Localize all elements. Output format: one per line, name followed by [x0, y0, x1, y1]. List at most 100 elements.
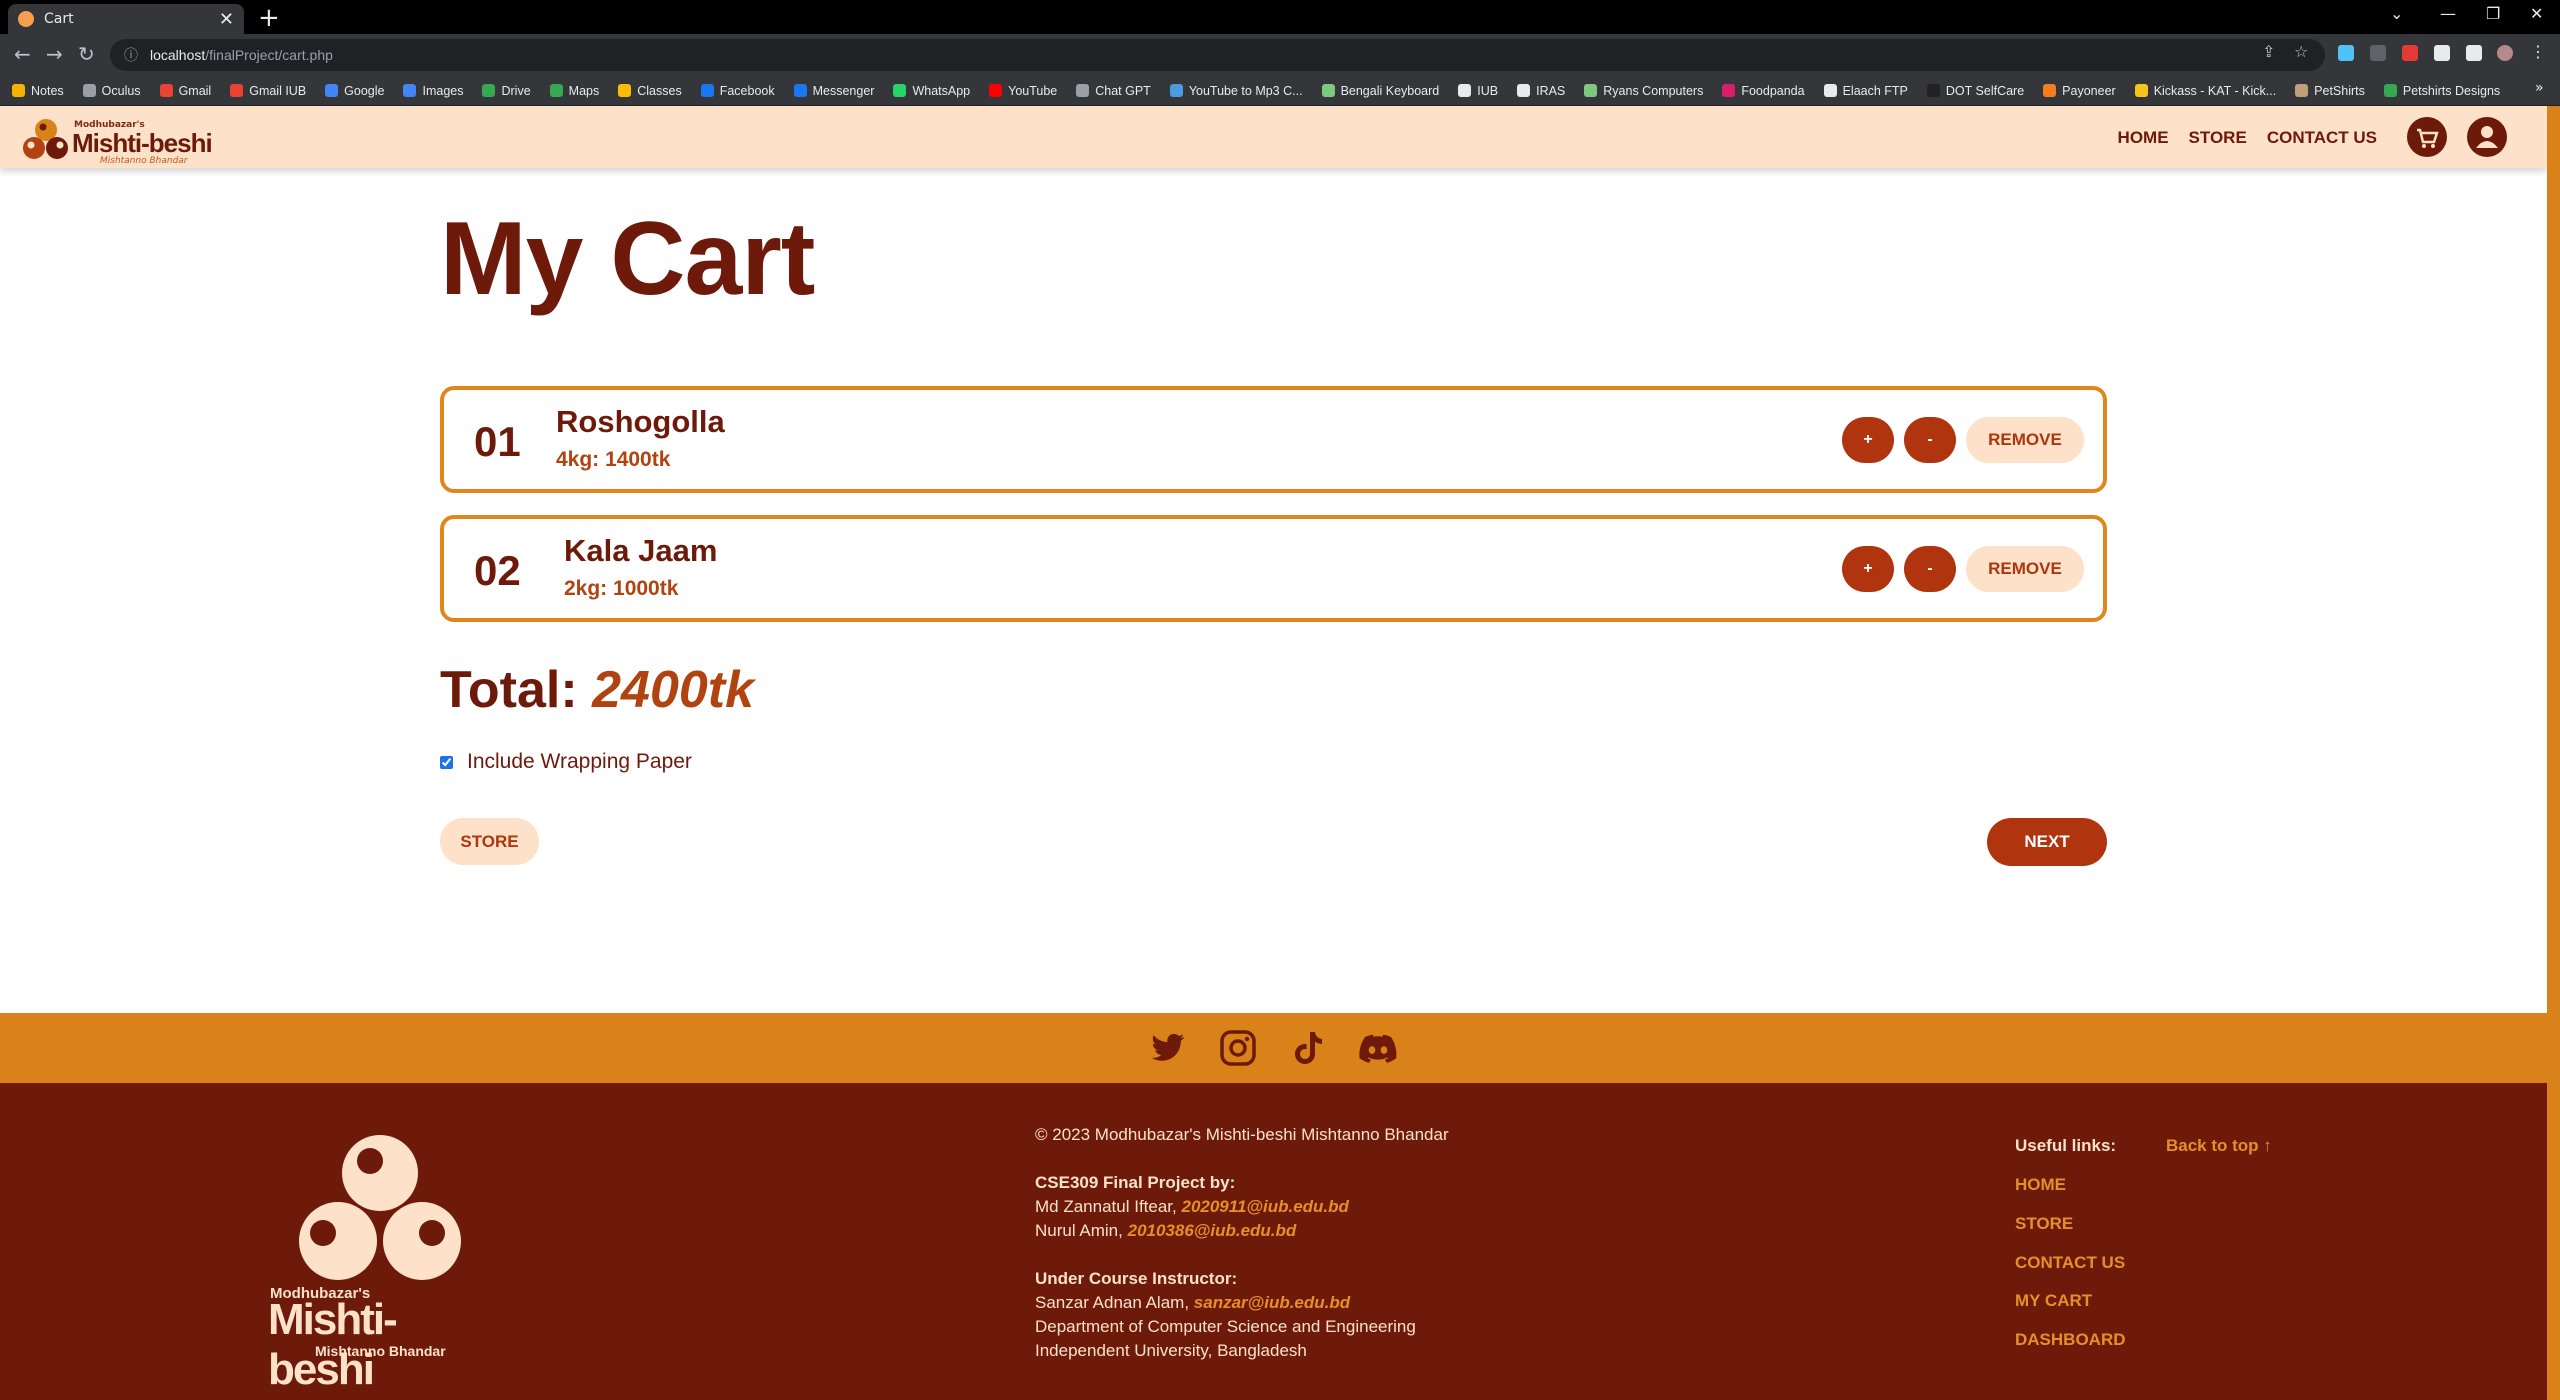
back-icon[interactable]: ← — [14, 42, 31, 66]
nav-home-link[interactable]: HOME — [2118, 128, 2169, 148]
share-icon[interactable]: ⇪ — [2262, 42, 2275, 61]
bookmark-item[interactable]: Oculus — [82, 84, 141, 98]
menu-icon[interactable]: ⋮ — [2530, 42, 2546, 61]
page-scrollbar[interactable] — [2547, 106, 2560, 1400]
nav-contact-link[interactable]: CONTACT US — [2267, 128, 2377, 148]
side-panel-icon[interactable] — [2466, 45, 2482, 61]
user-icon — [2476, 126, 2498, 148]
bookmark-item[interactable]: Images — [403, 84, 463, 98]
footer-store-link[interactable]: STORE — [2015, 1214, 2073, 1234]
bookmark-favicon-icon — [989, 84, 1003, 97]
next-button[interactable]: NEXT — [1987, 818, 2107, 866]
bookmark-item[interactable]: Ryans Computers — [1584, 84, 1703, 98]
site-info-icon[interactable]: ⓘ — [124, 45, 138, 65]
bookmark-item[interactable]: Maps — [549, 84, 599, 98]
page-title: My Cart — [440, 201, 815, 317]
back-to-top-link[interactable]: Back to top ↑ — [2166, 1136, 2272, 1156]
more-bookmarks-icon[interactable]: » — [2535, 80, 2544, 96]
bookmark-label: Images — [422, 83, 464, 98]
bookmark-item[interactable]: Payoneer — [2043, 84, 2116, 98]
bookmark-item[interactable]: Drive — [482, 83, 531, 98]
decrease-quantity-button[interactable]: - — [1904, 546, 1956, 592]
bookmark-item[interactable]: Chat GPT — [1076, 84, 1151, 98]
restore-icon[interactable]: ❐ — [2486, 4, 2500, 23]
cart-icon — [2417, 128, 2439, 148]
close-window-icon[interactable]: ✕ — [2530, 4, 2543, 23]
bookmark-item[interactable]: Gmail — [159, 84, 211, 98]
bookmark-item[interactable]: Foodpanda — [1722, 83, 1805, 98]
bookmark-item[interactable]: Google — [325, 84, 384, 98]
bookmark-item[interactable]: DOT SelfCare — [1926, 84, 2024, 98]
address-bar[interactable]: ⓘ localhost/finalProject/cart.php — [110, 39, 2325, 71]
bookmark-item[interactable]: Facebook — [700, 84, 775, 98]
bookmark-item[interactable]: Petshirts Designs — [2383, 84, 2500, 98]
browser-tab[interactable]: Cart ✕ — [8, 4, 244, 34]
bookmark-favicon-icon — [1584, 84, 1598, 97]
minimize-icon[interactable]: — — [2440, 4, 2456, 23]
extension-icon[interactable] — [2370, 45, 2386, 61]
extension-icon[interactable] — [2402, 45, 2418, 61]
author-email[interactable]: 2010386@iub.edu.bd — [1128, 1221, 1297, 1240]
bookmark-item[interactable]: YouTube — [989, 84, 1057, 98]
bookmark-item[interactable]: Notes — [12, 84, 64, 98]
bookmark-label: Chat GPT — [1095, 83, 1151, 98]
bookmark-item[interactable]: Classes — [618, 84, 682, 98]
wrapping-paper-option[interactable]: Include Wrapping Paper — [440, 750, 692, 774]
remove-item-button[interactable]: REMOVE — [1966, 546, 2084, 592]
new-tab-button[interactable]: + — [258, 3, 280, 33]
item-number: 01 — [474, 418, 521, 465]
reload-icon[interactable]: ↻ — [78, 42, 95, 66]
instagram-icon[interactable] — [1218, 1028, 1258, 1068]
bookmark-item[interactable]: YouTube to Mp3 C... — [1169, 84, 1303, 98]
cart-button[interactable] — [2407, 117, 2447, 157]
bookmark-item[interactable]: Messenger — [793, 84, 874, 98]
account-button[interactable] — [2467, 117, 2507, 157]
total-label: Total: — [440, 661, 578, 719]
bookmark-item[interactable]: PetShirts — [2295, 84, 2365, 98]
bookmark-favicon-icon — [700, 84, 714, 97]
footer-home-link[interactable]: HOME — [2015, 1175, 2066, 1195]
remove-item-button[interactable]: REMOVE — [1966, 417, 2084, 463]
site-logo[interactable]: Modhubazar's Mishti-beshi Mishtanno Bhan… — [22, 116, 222, 166]
logo-title: Mishti-beshi — [72, 128, 213, 158]
forward-icon[interactable]: → — [46, 42, 63, 66]
tab-search-icon[interactable]: ⌄ — [2390, 4, 2403, 23]
bookmark-label: Drive — [501, 83, 531, 98]
logo-sweets-icon — [299, 1135, 461, 1280]
bookmark-item[interactable]: WhatsApp — [893, 84, 970, 98]
tiktok-icon[interactable] — [1288, 1028, 1328, 1068]
increase-quantity-button[interactable]: + — [1842, 546, 1894, 592]
wrapping-paper-checkbox[interactable] — [440, 755, 453, 769]
bookmark-item[interactable]: Bengali Keyboard — [1321, 84, 1439, 98]
bookmark-favicon-icon — [893, 84, 907, 97]
item-name: Kala Jaam — [564, 533, 718, 568]
bookmark-favicon-icon — [1076, 84, 1090, 97]
bookmark-star-icon[interactable]: ☆ — [2294, 42, 2308, 61]
bookmark-favicon-icon — [403, 84, 417, 97]
twitter-icon[interactable] — [1148, 1028, 1188, 1068]
instructor-email[interactable]: sanzar@iub.edu.bd — [1194, 1293, 1350, 1312]
footer-dashboard-link[interactable]: DASHBOARD — [2015, 1330, 2126, 1350]
nav-store-link[interactable]: STORE — [2189, 128, 2247, 148]
footer-contact-link[interactable]: CONTACT US — [2015, 1253, 2125, 1273]
increase-quantity-button[interactable]: + — [1842, 417, 1894, 463]
author-email[interactable]: 2020911@iub.edu.bd — [1181, 1197, 1348, 1216]
footer-my-cart-link[interactable]: MY CART — [2015, 1291, 2092, 1311]
bookmark-favicon-icon — [82, 84, 96, 97]
decrease-quantity-button[interactable]: - — [1904, 417, 1956, 463]
project-heading: CSE309 Final Project by: — [1035, 1173, 1236, 1192]
profile-icon[interactable] — [2497, 45, 2513, 61]
store-button[interactable]: STORE — [440, 818, 539, 865]
bookmark-item[interactable]: Gmail IUB — [230, 84, 306, 98]
bookmark-item[interactable]: IUB — [1458, 84, 1498, 98]
close-tab-icon[interactable]: ✕ — [219, 9, 234, 30]
url-text: localhost/finalProject/cart.php — [150, 47, 333, 63]
discord-icon[interactable] — [1358, 1028, 1398, 1068]
extension-icon[interactable] — [2338, 45, 2354, 61]
bookmark-label: Foodpanda — [1741, 83, 1805, 98]
bookmark-item[interactable]: IRAS — [1517, 84, 1565, 98]
puzzle-icon[interactable] — [2434, 45, 2450, 61]
bookmark-item[interactable]: Kickass - KAT - Kick... — [2134, 83, 2277, 98]
bookmark-label: Kickass - KAT - Kick... — [2153, 83, 2277, 98]
bookmark-item[interactable]: Elaach FTP — [1823, 84, 1908, 98]
